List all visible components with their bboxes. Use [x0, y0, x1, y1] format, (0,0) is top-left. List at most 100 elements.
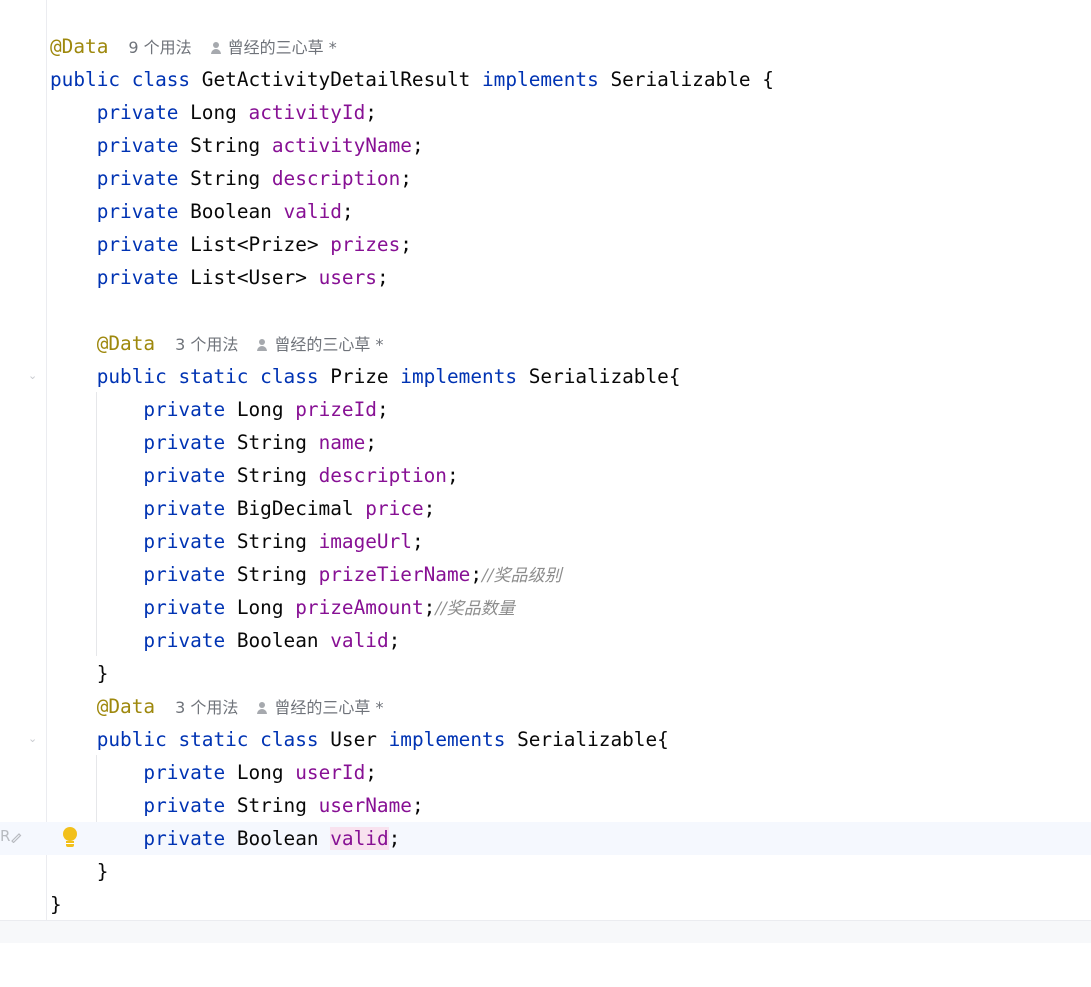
- brace: {: [668, 365, 681, 388]
- type: String: [236, 431, 307, 454]
- annotation: @Data: [96, 332, 156, 355]
- semicolon: ;: [341, 200, 354, 223]
- author-icon: [256, 339, 268, 351]
- field-name-highlighted[interactable]: valid: [330, 827, 389, 850]
- line-comment: //奖品级别: [482, 566, 562, 586]
- code-line: public static class Prize implements Ser…: [0, 360, 1091, 393]
- type: Long: [236, 761, 284, 784]
- keyword: implements: [482, 68, 599, 91]
- type: String: [190, 134, 261, 157]
- code-line: private String description;: [0, 162, 1091, 195]
- lightbulb-icon[interactable]: [61, 827, 79, 849]
- type: Boolean: [190, 200, 272, 223]
- keyword: implements: [388, 728, 506, 751]
- field-name: price: [365, 497, 424, 520]
- semicolon: ;: [470, 563, 483, 586]
- semicolon: ;: [400, 233, 412, 256]
- keyword: private: [143, 629, 226, 652]
- semicolon: ;: [423, 497, 436, 520]
- field-name: name: [318, 431, 366, 454]
- brace: }: [96, 662, 109, 685]
- brace: {: [657, 728, 669, 751]
- usages-count: 3 个用法: [175, 698, 239, 717]
- author-name: 曾经的三心草: [274, 335, 371, 354]
- field-name: valid: [283, 200, 342, 223]
- usages-hint[interactable]: 3 个用法 曾经的三心草 *: [175, 698, 383, 717]
- author-icon: [256, 702, 268, 714]
- type: Boolean: [236, 629, 319, 652]
- semicolon: ;: [388, 629, 401, 652]
- field-name: valid: [330, 629, 389, 652]
- code-line: private Boolean valid;: [0, 624, 1091, 657]
- modified-mark: *: [328, 38, 337, 57]
- keyword: static: [178, 728, 249, 751]
- semicolon: ;: [446, 464, 459, 487]
- code-line: @Data 3 个用法 曾经的三心草 *: [0, 327, 1091, 360]
- type: String: [236, 464, 307, 487]
- keyword: private: [143, 827, 226, 850]
- semicolon: ;: [388, 827, 401, 850]
- keyword: class: [131, 68, 191, 91]
- keyword: public: [50, 68, 121, 91]
- semicolon: ;: [411, 134, 424, 157]
- code-line: private List<Prize> prizes;: [0, 228, 1091, 261]
- brace: }: [96, 860, 109, 883]
- keyword: private: [143, 464, 226, 487]
- type: List<Prize>: [190, 233, 319, 256]
- semicolon: ;: [365, 761, 377, 784]
- semicolon: ;: [423, 596, 436, 619]
- code-line: private Boolean valid;: [0, 195, 1091, 228]
- type: Long: [236, 398, 284, 421]
- type: Boolean: [236, 827, 319, 850]
- code-line: private String name;: [0, 426, 1091, 459]
- keyword: private: [143, 398, 226, 421]
- field-name: userId: [295, 761, 366, 784]
- usages-hint[interactable]: 9 个用法 曾经的三心草 *: [128, 38, 336, 57]
- semicolon: ;: [365, 431, 377, 454]
- interface-name: Serializable: [610, 68, 751, 91]
- type: Long: [190, 101, 237, 124]
- field-name: prizes: [330, 233, 401, 256]
- semicolon: ;: [400, 167, 412, 190]
- code-line: private String description;: [0, 459, 1091, 492]
- keyword: private: [96, 266, 179, 289]
- type: String: [190, 167, 261, 190]
- keyword: public: [96, 365, 167, 388]
- semicolon: ;: [376, 398, 389, 421]
- keyword: private: [143, 596, 226, 619]
- field-name: userName: [318, 794, 412, 817]
- semicolon: ;: [411, 530, 424, 553]
- usages-hint[interactable]: 3 个用法 曾经的三心草 *: [175, 335, 383, 354]
- code-line: }: [0, 888, 1091, 921]
- field-name: prizeTierName: [318, 563, 471, 586]
- code-line-current: private Boolean valid;: [0, 822, 1091, 855]
- code-line: private List<User> users;: [0, 261, 1091, 294]
- author-icon: [210, 42, 222, 54]
- keyword: implements: [400, 365, 518, 388]
- field-name: description: [271, 167, 401, 190]
- author-name: 曾经的三心草: [274, 698, 371, 717]
- keyword: private: [96, 200, 179, 223]
- code-line: private String imageUrl;: [0, 525, 1091, 558]
- field-name: description: [318, 464, 447, 487]
- keyword: private: [143, 431, 226, 454]
- brace: {: [762, 68, 774, 91]
- code-line: private Long activityId;: [0, 96, 1091, 129]
- keyword: private: [143, 794, 226, 817]
- semicolon: ;: [365, 101, 377, 124]
- annotation: @Data: [50, 35, 109, 58]
- keyword: private: [96, 167, 179, 190]
- interface-name: Serializable: [517, 728, 658, 751]
- keyword: private: [143, 761, 226, 784]
- field-name: users: [318, 266, 377, 289]
- keyword: class: [260, 365, 319, 388]
- code-line: public static class User implements Seri…: [0, 723, 1091, 756]
- field-name: prizeId: [295, 398, 377, 421]
- field-name: activityId: [248, 101, 366, 124]
- reader-mode-icon[interactable]: R: [0, 827, 22, 845]
- keyword: private: [143, 530, 226, 553]
- keyword: private: [143, 497, 226, 520]
- annotation: @Data: [96, 695, 156, 718]
- modified-mark: *: [375, 698, 384, 717]
- editor-bottom-bar: [0, 920, 1091, 943]
